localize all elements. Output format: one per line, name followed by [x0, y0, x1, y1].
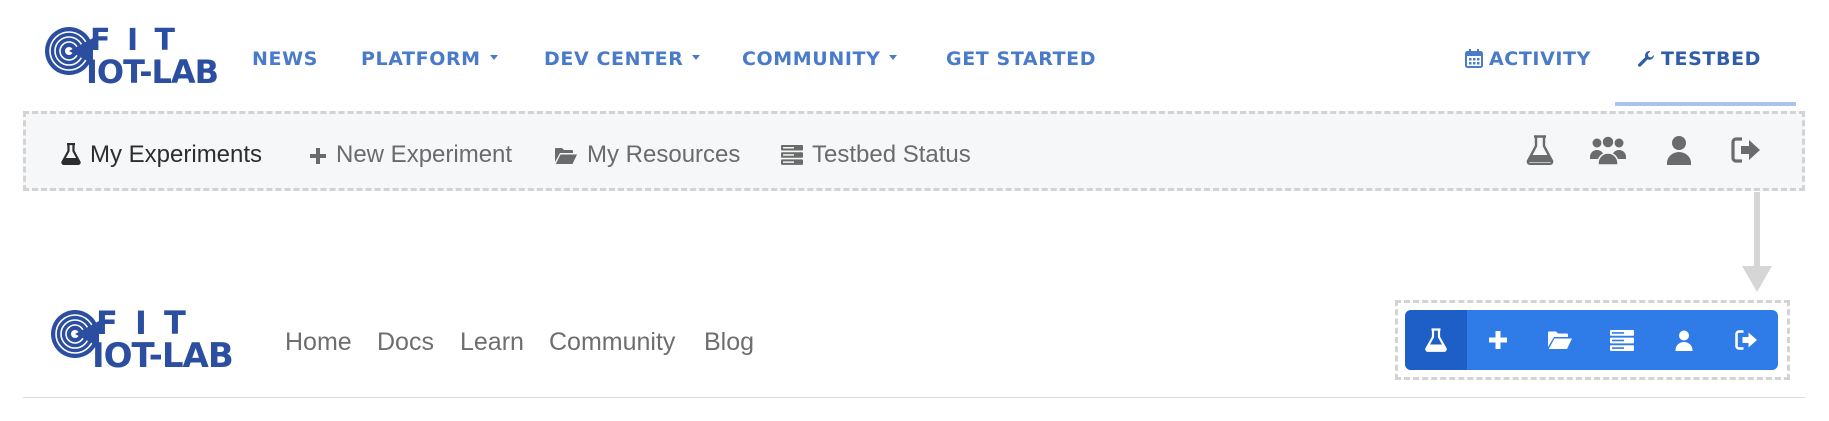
user-icon — [1675, 330, 1693, 351]
new-experiment-link[interactable]: New Experiment — [309, 141, 512, 169]
nav-testbed[interactable]: TESTBED — [1637, 48, 1761, 70]
logo-text-iotlab: IOT-LAB — [92, 336, 234, 376]
calendar-icon — [1465, 49, 1483, 68]
server-icon — [1610, 329, 1634, 351]
flask-icon — [61, 143, 81, 165]
wrench-icon — [1638, 51, 1654, 67]
plus-icon — [1489, 331, 1507, 349]
my-experiments-label: My Experiments — [90, 141, 263, 168]
active-tab-underline — [1615, 102, 1796, 106]
compact-status-button[interactable] — [1591, 310, 1653, 370]
nav-activity[interactable]: ACTIVITY — [1465, 48, 1591, 70]
my-resources-label: My Resources — [587, 141, 741, 168]
my-experiments-link[interactable]: My Experiments — [61, 141, 262, 169]
caret-down-icon — [489, 55, 498, 60]
flask-icon — [1425, 328, 1447, 352]
new-experiment-label: New Experiment — [336, 141, 513, 168]
nav-blog[interactable]: Blog — [704, 327, 754, 357]
nav-community-label: COMMUNITY — [742, 48, 881, 70]
nav-community[interactable]: COMMUNITY — [742, 48, 898, 70]
plus-icon — [310, 148, 326, 164]
nav-news[interactable]: NEWS — [252, 48, 318, 70]
divider — [23, 397, 1805, 398]
compact-toolbar — [1405, 310, 1778, 370]
compact-user-button[interactable] — [1653, 310, 1715, 370]
arrow-down-icon — [1742, 192, 1772, 292]
fit-iotlab-logo[interactable]: F I T IOT-LAB — [50, 307, 250, 375]
compact-experiments-button[interactable] — [1405, 310, 1467, 370]
nav-community[interactable]: Community — [549, 327, 675, 357]
testbed-subtoolbar: My Experiments New Experiment My Resourc… — [23, 111, 1805, 191]
nav-home[interactable]: Home — [285, 327, 352, 357]
caret-down-icon — [889, 55, 898, 60]
sign-out-icon — [1734, 330, 1757, 350]
nav-dev-center-label: DEV CENTER — [544, 48, 684, 70]
logo-text-fit: F I T — [90, 23, 179, 58]
nav-learn[interactable]: Learn — [460, 327, 524, 357]
compact-sign-out-button[interactable] — [1715, 310, 1777, 370]
nav-docs[interactable]: Docs — [377, 327, 434, 357]
testbed-status-label: Testbed Status — [812, 141, 971, 168]
my-resources-link[interactable]: My Resources — [554, 141, 740, 169]
folder-open-icon — [1548, 331, 1572, 349]
nav-dev-center[interactable]: DEV CENTER — [544, 48, 701, 70]
folder-open-icon — [555, 148, 577, 164]
user-icon[interactable] — [1666, 135, 1692, 165]
nav-platform[interactable]: PLATFORM — [361, 48, 498, 70]
testbed-status-link[interactable]: Testbed Status — [781, 141, 971, 169]
users-icon[interactable] — [1590, 135, 1626, 165]
flask-icon[interactable] — [1526, 135, 1554, 165]
compact-resources-button[interactable] — [1529, 310, 1591, 370]
compact-new-experiment-button[interactable] — [1467, 310, 1529, 370]
sign-out-icon[interactable] — [1731, 137, 1761, 163]
logo-text-fit: F I T — [96, 304, 189, 342]
nav-activity-label: ACTIVITY — [1489, 48, 1591, 70]
nav-get-started[interactable]: GET STARTED — [946, 48, 1096, 70]
server-icon — [781, 145, 803, 165]
logo-text-iotlab: IOT-LAB — [86, 53, 219, 91]
nav-testbed-label: TESTBED — [1661, 48, 1762, 70]
nav-platform-label: PLATFORM — [361, 48, 481, 70]
caret-down-icon — [692, 55, 701, 60]
fit-iotlab-logo[interactable]: F I T IOT-LAB — [44, 26, 224, 90]
